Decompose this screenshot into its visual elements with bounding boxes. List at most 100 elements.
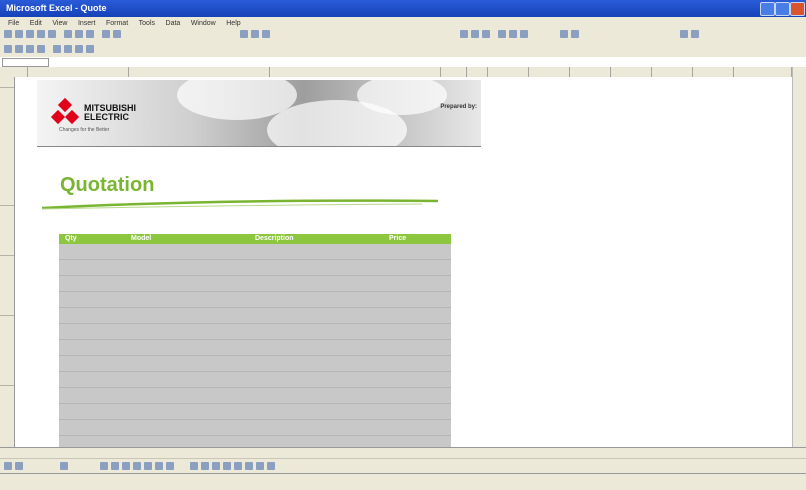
column-header[interactable]: [129, 67, 270, 77]
column-header[interactable]: [734, 67, 792, 77]
row-header[interactable]: [0, 79, 14, 88]
title-bar: Microsoft Excel - Quote: [0, 0, 806, 17]
arrow-style-icon[interactable]: [245, 462, 253, 470]
minimize-button[interactable]: [760, 2, 775, 16]
line-style-icon[interactable]: [223, 462, 231, 470]
maximize-button[interactable]: [775, 2, 790, 16]
fill-color-icon[interactable]: [680, 30, 688, 38]
column-header[interactable]: [270, 67, 441, 77]
table-row[interactable]: [59, 356, 451, 372]
font-color-icon[interactable]: [691, 30, 699, 38]
table-row[interactable]: [59, 388, 451, 404]
redo-icon[interactable]: [113, 30, 121, 38]
tool-d-icon[interactable]: [37, 45, 45, 53]
line-color-icon[interactable]: [201, 462, 209, 470]
column-header[interactable]: [652, 67, 693, 77]
table-row[interactable]: [59, 372, 451, 388]
column-header[interactable]: [570, 67, 611, 77]
autoshapes-icon[interactable]: [60, 462, 68, 470]
column-header[interactable]: [28, 67, 129, 77]
tool-f-icon[interactable]: [64, 45, 72, 53]
undo-icon[interactable]: [102, 30, 110, 38]
fill-icon[interactable]: [190, 462, 198, 470]
print-icon[interactable]: [37, 30, 45, 38]
header-banner: MITSUBISHI ELECTRIC Changes for the Bett…: [37, 80, 481, 147]
close-button[interactable]: [790, 2, 805, 16]
tool-e-icon[interactable]: [53, 45, 61, 53]
table-row[interactable]: [59, 276, 451, 292]
arrow-icon[interactable]: [111, 462, 119, 470]
open-icon[interactable]: [15, 30, 23, 38]
table-row[interactable]: [59, 244, 451, 260]
row-header[interactable]: [0, 197, 14, 206]
drawing-toolbar: [0, 458, 806, 474]
menu-bar: File Edit View Insert Format Tools Data …: [0, 17, 806, 27]
table-row[interactable]: [59, 324, 451, 340]
tool-c-icon[interactable]: [26, 45, 34, 53]
header-price: Price: [389, 235, 407, 242]
textbox-icon[interactable]: [144, 462, 152, 470]
italic-icon[interactable]: [471, 30, 479, 38]
quotation-table: Qty Model Description Price: [59, 234, 451, 447]
font-color-draw-icon[interactable]: [212, 462, 220, 470]
line-icon[interactable]: [100, 462, 108, 470]
tool-h-icon[interactable]: [86, 45, 94, 53]
sort-icon[interactable]: [251, 30, 259, 38]
name-box[interactable]: [2, 58, 49, 67]
3d-icon[interactable]: [267, 462, 275, 470]
select-objects-icon[interactable]: [15, 462, 23, 470]
column-header[interactable]: [488, 67, 529, 77]
column-header[interactable]: [441, 67, 467, 77]
table-row[interactable]: [59, 340, 451, 356]
table-row[interactable]: [59, 260, 451, 276]
align-center-icon[interactable]: [509, 30, 517, 38]
table-row[interactable]: [59, 436, 451, 447]
row-headers: [0, 77, 15, 447]
dash-style-icon[interactable]: [234, 462, 242, 470]
table-row[interactable]: [59, 308, 451, 324]
rectangle-icon[interactable]: [122, 462, 130, 470]
row-header[interactable]: [0, 247, 14, 256]
shadow-icon[interactable]: [256, 462, 264, 470]
cut-icon[interactable]: [64, 30, 72, 38]
standard-toolbar: [0, 27, 806, 43]
vertical-scrollbar[interactable]: [792, 67, 806, 447]
paste-icon[interactable]: [86, 30, 94, 38]
column-header[interactable]: [693, 67, 734, 77]
draw-menu-icon[interactable]: [4, 462, 12, 470]
table-row[interactable]: [59, 292, 451, 308]
row-header[interactable]: [0, 377, 14, 386]
align-right-icon[interactable]: [520, 30, 528, 38]
clipart-icon[interactable]: [166, 462, 174, 470]
align-left-icon[interactable]: [498, 30, 506, 38]
save-icon[interactable]: [26, 30, 34, 38]
oval-icon[interactable]: [133, 462, 141, 470]
tool-g-icon[interactable]: [75, 45, 83, 53]
worksheet[interactable]: MITSUBISHI ELECTRIC Changes for the Bett…: [15, 77, 792, 447]
wordart-icon[interactable]: [155, 462, 163, 470]
column-header[interactable]: [529, 67, 570, 77]
column-header[interactable]: [467, 67, 488, 77]
row-header[interactable]: [0, 307, 14, 316]
new-icon[interactable]: [4, 30, 12, 38]
sum-icon[interactable]: [240, 30, 248, 38]
percent-icon[interactable]: [571, 30, 579, 38]
bold-icon[interactable]: [460, 30, 468, 38]
column-header[interactable]: [15, 67, 28, 77]
chart-icon[interactable]: [262, 30, 270, 38]
table-row[interactable]: [59, 420, 451, 436]
column-header[interactable]: [611, 67, 652, 77]
brand-name: MITSUBISHI ELECTRIC: [84, 104, 136, 122]
header-description: Description: [255, 235, 294, 242]
prepared-by-label: Prepared by:: [440, 104, 477, 110]
quotation-title: Quotation: [60, 174, 155, 196]
window-title: Microsoft Excel - Quote: [6, 3, 107, 13]
table-row[interactable]: [59, 404, 451, 420]
preview-icon[interactable]: [48, 30, 56, 38]
currency-icon[interactable]: [560, 30, 568, 38]
tool-a-icon[interactable]: [4, 45, 12, 53]
copy-icon[interactable]: [75, 30, 83, 38]
brand-tagline: Changes for the Better: [59, 127, 110, 133]
tool-b-icon[interactable]: [15, 45, 23, 53]
underline-icon[interactable]: [482, 30, 490, 38]
